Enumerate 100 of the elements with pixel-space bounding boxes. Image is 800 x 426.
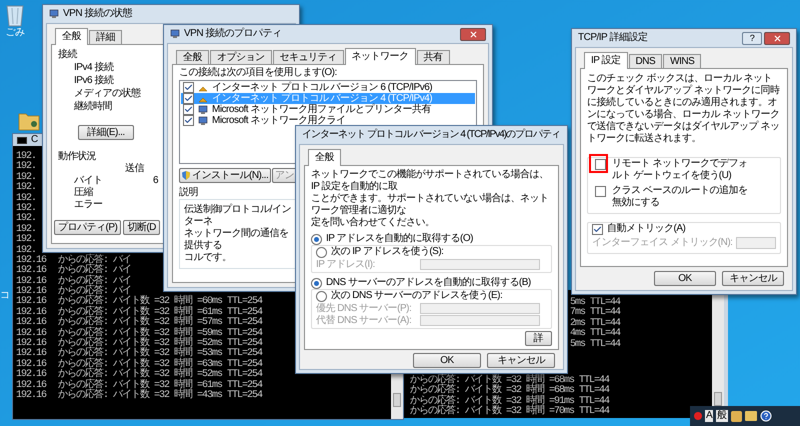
field-value: 6	[152, 175, 158, 187]
checkbox[interactable]	[183, 115, 194, 126]
ip-address-text: 192.	[16, 183, 38, 194]
ip-address-text: 192.	[16, 224, 38, 235]
advanced-button[interactable]: 詳	[524, 331, 552, 346]
checkbox-label: リモート ネットワークでデフォルト ゲートウェイを使う(U)	[612, 158, 748, 182]
dialog-button[interactable]: OK	[654, 271, 716, 286]
section-heading: 動作状況	[58, 151, 96, 163]
description-text: コルです。	[184, 252, 232, 264]
close-button[interactable]	[764, 32, 790, 44]
record-icon[interactable]	[694, 412, 702, 420]
ip-address-field[interactable]	[420, 315, 540, 326]
ip-address-text: 192.	[16, 194, 38, 204]
checkbox[interactable]	[183, 104, 194, 115]
radio-label: 次の DNS サーバーのアドレスを使う(E):	[331, 290, 502, 302]
checkbox[interactable]	[183, 82, 194, 93]
radio-button[interactable]	[316, 290, 327, 302]
tab[interactable]: 共有	[416, 50, 450, 64]
computer-icon	[170, 29, 180, 39]
ip-address-text: 192.	[16, 204, 38, 214]
list-label: この接続は次の項目を使用します(O):	[179, 67, 338, 79]
details-button[interactable]: 詳細(E)...	[78, 125, 134, 140]
ip-address-text: 192.	[16, 214, 38, 224]
ime-input[interactable]: 般	[716, 410, 728, 422]
help-icon[interactable]	[760, 410, 772, 422]
ip-address-text: 192.16	[16, 339, 48, 350]
field-label: IPv4 接続	[74, 61, 114, 74]
console-text: からの応答: バイト数 =32 時間 =70ms TTL=44	[410, 407, 610, 418]
field-label: メディアの状態	[74, 87, 140, 100]
ip-address-text: 192.16	[16, 360, 48, 370]
checkbox[interactable]	[183, 93, 194, 104]
list-item[interactable]: Microsoft ネットワーク用ファイルとプリンター共有	[181, 104, 475, 115]
tab[interactable]: オプション	[210, 50, 272, 64]
ip-address-text: 192.16	[16, 318, 48, 328]
radio-label: DNS サーバーのアドレスを自動的に取得する(B)	[326, 277, 531, 289]
help-button[interactable]: ?	[742, 32, 762, 44]
checkbox[interactable]	[595, 186, 606, 197]
dialog-button[interactable]: キャンセル	[487, 353, 555, 368]
field-label: 継続時間	[74, 100, 112, 113]
ip-address-text: 192.16	[16, 266, 48, 276]
window-title: インターネット プロトコル バージョン 4 (TCP/IPv4)のプロパティ	[302, 130, 560, 140]
field-label: インターフェイス メトリック(N):	[592, 237, 732, 249]
ime-mode[interactable]: A	[705, 410, 714, 422]
radio-button[interactable]	[311, 234, 322, 244]
radio-button[interactable]	[311, 278, 322, 288]
tab[interactable]: WINS	[663, 54, 702, 68]
ip-address-text: 192.16	[16, 390, 48, 402]
tab[interactable]: ネットワーク	[344, 48, 416, 65]
field-label: 圧縮	[74, 187, 93, 199]
dialog-button[interactable]: プロパティ(P)	[54, 220, 122, 235]
tab[interactable]: 全般	[308, 149, 341, 166]
close-icon	[772, 34, 782, 42]
icon-label: ごみ	[6, 27, 24, 39]
close-button[interactable]	[460, 28, 486, 40]
tab[interactable]: 詳細	[89, 30, 122, 44]
tab[interactable]: IP 設定	[584, 52, 628, 69]
tab[interactable]: セキュリティ	[272, 50, 344, 64]
field-label: バイト	[74, 175, 102, 186]
dialog-button[interactable]: 切断(D	[123, 220, 160, 235]
metric-field[interactable]	[736, 237, 776, 249]
list-item[interactable]: インターネット プロトコル バージョン 6 (TCP/IPv6)	[181, 82, 475, 93]
dialog-button[interactable]: キャンセル	[722, 271, 784, 286]
radio-button[interactable]	[316, 246, 327, 258]
ip-address-text: 192.16	[16, 256, 48, 266]
list-item[interactable]: Microsoft ネットワーク用クライ	[181, 115, 475, 126]
console-text: 4ms TTL=44	[570, 329, 620, 340]
ip-address-text: 192.16	[16, 287, 48, 298]
checkbox[interactable]	[592, 224, 603, 234]
window-title: VPN 接続の状態	[63, 9, 132, 19]
field-label: IP アドレス(I):	[316, 259, 376, 270]
ip-address-text: 192.16	[16, 328, 48, 339]
install-button[interactable]: インストール(N)...	[179, 168, 272, 183]
ip-address-text: 192.	[16, 246, 36, 256]
ip-address-field[interactable]	[420, 259, 540, 270]
intro-text: 定を問い合わせてください。	[311, 217, 436, 229]
computer-icon	[198, 116, 208, 126]
radio-label: 次の IP アドレスを使う(S):	[331, 246, 444, 258]
computer-icon	[49, 9, 59, 19]
icon-label: コ	[0, 290, 10, 302]
tab[interactable]: 全般	[55, 28, 88, 45]
window-title: TCP/IP 詳細設定	[578, 33, 648, 43]
console-text: 7ms TTL=44	[570, 308, 620, 318]
ip-address-text: 192.	[16, 172, 38, 183]
window-title: C	[31, 135, 38, 145]
window-title: VPN 接続のプロパティ	[184, 29, 282, 39]
ip-address-text: 192.16	[16, 380, 48, 391]
checkbox[interactable]	[595, 159, 606, 170]
reply-text: からの応答: バイト数 =32 時間 =43ms TTL=254	[58, 390, 262, 402]
console-icon	[17, 136, 27, 144]
ip-address-field[interactable]	[420, 303, 540, 314]
app-icon[interactable]	[730, 410, 742, 422]
column-heading: 送信	[125, 163, 144, 175]
dialog-button[interactable]: OK	[413, 353, 481, 368]
tab[interactable]: 全般	[176, 50, 209, 64]
radio-label: IP アドレスを自動的に取得する(O)	[326, 233, 473, 245]
computer-icon	[198, 104, 208, 114]
console-text: 5ms TTL=44	[570, 298, 620, 308]
tab[interactable]: DNS	[628, 54, 662, 68]
ip-address-text: 192.16	[16, 297, 48, 308]
ip-address-text: 192.	[16, 162, 38, 172]
